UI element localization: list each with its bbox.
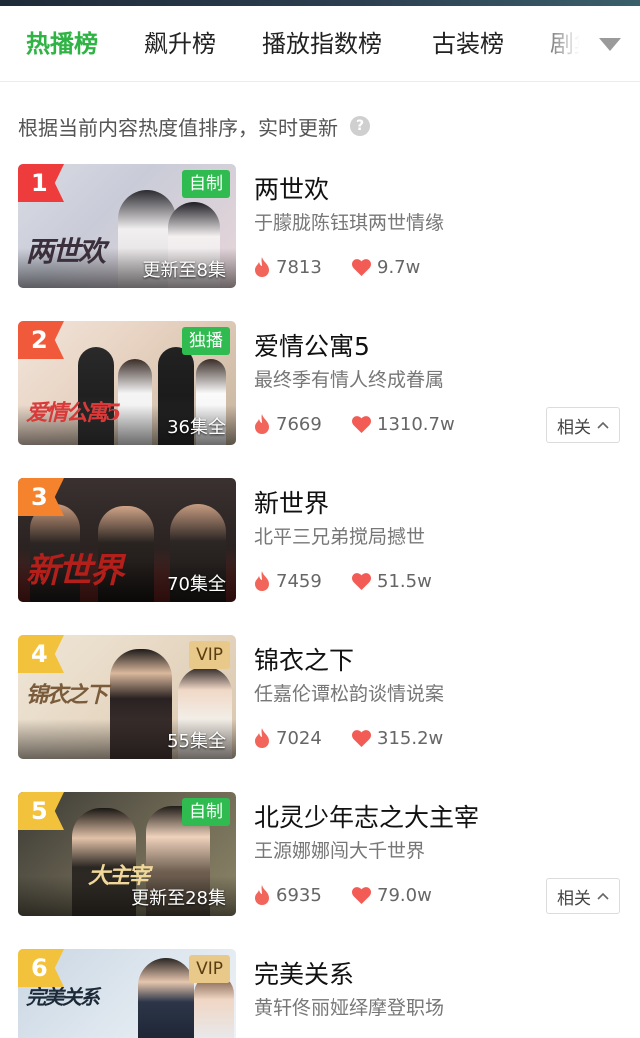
ranking-item[interactable]: 爱情公寓5 2 独播 36集全 爱情公寓5 最终季有情人终成眷属 7669 13… [0, 321, 640, 445]
tab-costume[interactable]: 古装榜 [432, 28, 504, 60]
show-title[interactable]: 北灵少年志之大主宰 [254, 798, 479, 834]
heat-value: 7669 [276, 413, 322, 435]
tab-play-index[interactable]: 播放指数榜 [262, 28, 382, 60]
poster-title-art: 新世界 [26, 551, 124, 591]
poster-thumbnail[interactable]: 新世界 3 70集全 [18, 478, 236, 602]
related-button[interactable]: 相关 [546, 878, 620, 914]
heart-icon [352, 729, 371, 747]
episode-status: 更新至8集 [142, 260, 226, 281]
ranking-item[interactable]: 大主宰 5 自制 更新至28集 北灵少年志之大主宰 王源娜娜闯大千世界 6935… [0, 792, 640, 916]
chevron-down-icon[interactable] [598, 36, 622, 52]
heart-icon [352, 572, 371, 590]
show-stats: 7024 315.2w [254, 727, 443, 749]
show-subtitle: 黄轩佟丽娅绎摩登职场 [254, 997, 445, 1019]
ranking-item[interactable]: 完美关系 6 VIP 完美关系 黄轩佟丽娅绎摩登职场 [0, 949, 640, 1038]
tag-badge: 自制 [182, 170, 230, 198]
poster-thumbnail[interactable]: 完美关系 6 VIP [18, 949, 236, 1038]
likes-value: 9.7w [377, 256, 421, 278]
likes-value: 79.0w [377, 884, 432, 906]
tag-badge: 自制 [182, 798, 230, 826]
ranking-item[interactable]: 锦衣之下 4 VIP 55集全 锦衣之下 任嘉伦谭松韵谈情说案 7024 315… [0, 635, 640, 759]
show-stats: 7459 51.5w [254, 570, 432, 592]
flame-icon [255, 414, 269, 434]
show-title[interactable]: 新世界 [254, 484, 329, 520]
episode-status: 70集全 [167, 574, 226, 595]
heart-icon [352, 415, 371, 433]
chevron-up-icon [597, 892, 609, 900]
show-title[interactable]: 锦衣之下 [254, 641, 354, 677]
poster-title-art: 两世欢 [26, 235, 106, 268]
likes-value: 51.5w [377, 570, 432, 592]
show-title[interactable]: 两世欢 [254, 170, 329, 206]
chevron-up-icon [597, 421, 609, 429]
tag-badge: VIP [189, 955, 230, 983]
likes-value: 1310.7w [377, 413, 455, 435]
description-text: 根据当前内容热度值排序，实时更新 [18, 115, 338, 140]
poster-thumbnail[interactable]: 爱情公寓5 2 独播 36集全 [18, 321, 236, 445]
poster-title-art: 锦衣之下 [26, 682, 108, 708]
heart-icon [352, 258, 371, 276]
poster-thumbnail[interactable]: 锦衣之下 4 VIP 55集全 [18, 635, 236, 759]
tag-badge: 独播 [182, 327, 230, 355]
show-subtitle: 于朦胧陈钰琪两世情缘 [254, 212, 445, 234]
ranking-item[interactable]: 两世欢 1 自制 更新至8集 两世欢 于朦胧陈钰琪两世情缘 7813 9.7w [0, 164, 640, 288]
tag-badge: VIP [189, 641, 230, 669]
episode-status: 55集全 [167, 731, 226, 752]
show-title[interactable]: 爱情公寓5 [254, 327, 370, 363]
show-title[interactable]: 完美关系 [254, 955, 354, 991]
poster-thumbnail[interactable]: 两世欢 1 自制 更新至8集 [18, 164, 236, 288]
heat-value: 7813 [276, 256, 322, 278]
show-stats: 6935 79.0w [254, 884, 432, 906]
likes-value: 315.2w [377, 727, 444, 749]
tab-fade-overlay [530, 6, 640, 81]
show-subtitle: 北平三兄弟搅局撼世 [254, 526, 426, 548]
related-button[interactable]: 相关 [546, 407, 620, 443]
show-subtitle: 最终季有情人终成眷属 [254, 369, 445, 391]
show-stats: 7813 9.7w [254, 256, 420, 278]
flame-icon [255, 571, 269, 591]
episode-status: 36集全 [167, 417, 226, 438]
heat-value: 7459 [276, 570, 322, 592]
ranking-item[interactable]: 新世界 3 70集全 新世界 北平三兄弟搅局撼世 7459 51.5w [0, 478, 640, 602]
related-label: 相关 [557, 888, 591, 909]
flame-icon [255, 257, 269, 277]
category-tab-bar: 热播榜 飙升榜 播放指数榜 古装榜 剧集 [0, 6, 640, 82]
flame-icon [255, 728, 269, 748]
tab-hot[interactable]: 热播榜 [26, 28, 98, 60]
heart-icon [352, 886, 371, 904]
question-circle-icon[interactable]: ? [350, 116, 370, 136]
show-stats: 7669 1310.7w [254, 413, 455, 435]
flame-icon [255, 885, 269, 905]
poster-thumbnail[interactable]: 大主宰 5 自制 更新至28集 [18, 792, 236, 916]
ranking-description: 根据当前内容热度值排序，实时更新 ? [18, 112, 370, 140]
show-subtitle: 王源娜娜闯大千世界 [254, 840, 426, 862]
tab-rising[interactable]: 飙升榜 [144, 28, 216, 60]
heat-value: 6935 [276, 884, 322, 906]
episode-status: 更新至28集 [131, 888, 226, 909]
poster-title-art: 爱情公寓5 [26, 400, 121, 426]
show-subtitle: 任嘉伦谭松韵谈情说案 [254, 683, 445, 705]
heat-value: 7024 [276, 727, 322, 749]
related-label: 相关 [557, 417, 591, 438]
